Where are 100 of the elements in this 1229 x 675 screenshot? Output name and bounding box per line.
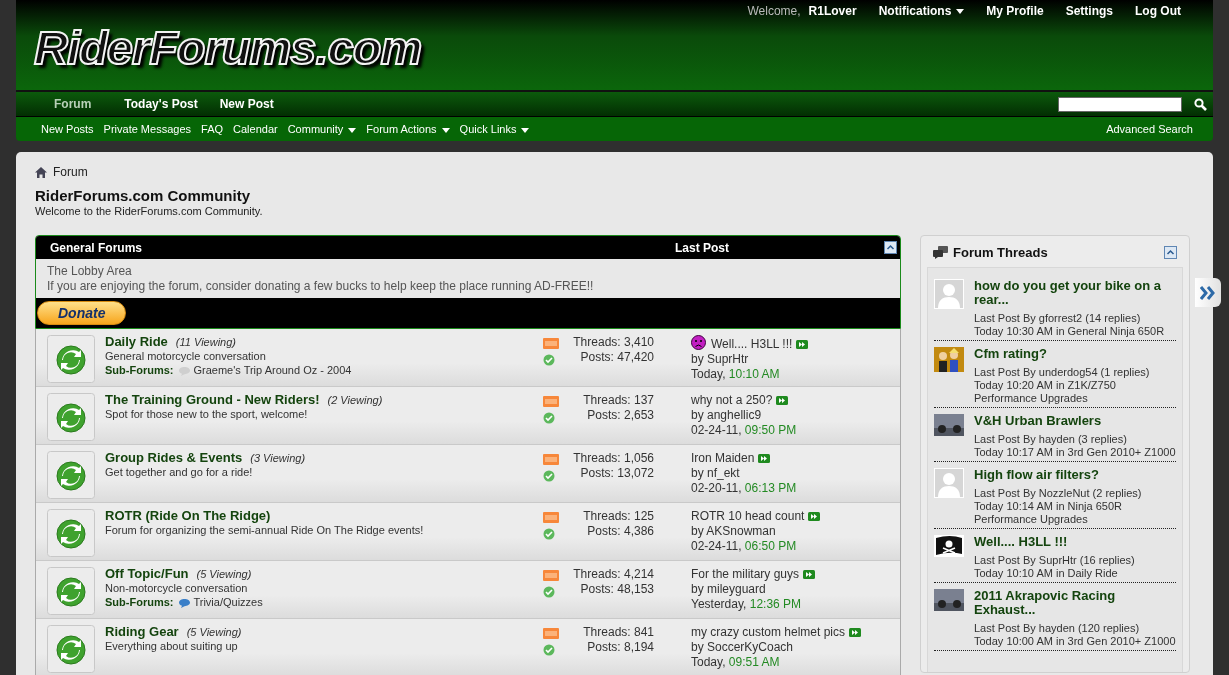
viewing-count: (2 Viewing) [327, 394, 383, 406]
forum-status-icon [47, 567, 95, 615]
forum-status-icon [47, 335, 95, 383]
thread-title-link[interactable]: Well.... H3LL !!! [974, 535, 1135, 549]
forum-description: General motorcycle conversation [105, 349, 267, 363]
subnav-link[interactable]: Private Messages [103, 123, 191, 135]
search-icon[interactable] [1194, 97, 1207, 111]
thread-title-link[interactable]: V&H Urban Brawlers [974, 414, 1176, 428]
post-count: Posts: 13,072 [579, 466, 654, 481]
forum-title-link[interactable]: The Training Ground - New Riders! [105, 392, 320, 407]
last-post-link[interactable]: my crazy custom helmet pics [691, 625, 846, 639]
forum-title-link[interactable]: ROTR (Ride On The Ridge) [105, 508, 271, 523]
page-title: RiderForums.com Community [35, 187, 252, 204]
forum-description: Non-motorcycle conversation [105, 581, 249, 595]
go-to-post-icon[interactable] [808, 512, 821, 522]
forum-title-link[interactable]: Off Topic/Fun [105, 566, 189, 581]
subnav-link[interactable]: Community [287, 123, 357, 135]
post-count: Posts: 47,420 [579, 350, 654, 365]
thread-title-link[interactable]: how do you get your bike on a rear... [974, 279, 1176, 307]
last-post-link[interactable]: Well.... H3LL !!! [711, 337, 793, 351]
last-post-time: 09:51 AM [728, 655, 780, 669]
viewing-count: (5 Viewing) [186, 626, 242, 638]
donate-button[interactable]: Donate [37, 301, 127, 325]
pirate-flag-icon[interactable] [934, 535, 964, 557]
post-count: Posts: 48,153 [579, 582, 654, 597]
thread-meta: Today 10:30 AM in General Ninja 650R [974, 325, 1166, 338]
subnav-link[interactable]: FAQ [201, 123, 224, 135]
last-post-author[interactable]: by nf_ekt [691, 466, 797, 481]
advanced-search-link[interactable]: Advanced Search [1106, 123, 1193, 135]
last-post-link[interactable]: why not a 250? [691, 393, 773, 407]
collapse-icon[interactable] [884, 241, 897, 254]
thread-last-post: Last Post By NozzleNut (2 replies) [974, 487, 1143, 500]
subforums-label: Sub-Forums: [105, 364, 174, 376]
last-post-time: 06:13 PM [744, 481, 797, 495]
subnav-link[interactable]: Calendar [233, 123, 278, 135]
user-menu-link[interactable]: Settings [1065, 4, 1113, 18]
search-field[interactable] [1058, 96, 1182, 112]
go-to-post-icon[interactable] [803, 570, 816, 580]
last-post-time: 12:36 PM [749, 597, 802, 611]
thread-count: Threads: 1,056 [572, 451, 654, 466]
thread-meta: Today 10:20 AM in Z1K/Z750 Performance Upgrades [974, 379, 1117, 405]
forum-title-link[interactable]: Daily Ride [105, 334, 168, 349]
nav-tab[interactable]: New Post [219, 97, 274, 111]
last-post-link[interactable]: For the military guys [691, 567, 800, 581]
thread-title-link[interactable]: Cfm rating? [974, 347, 1176, 361]
go-to-post-icon[interactable] [849, 628, 862, 638]
forum-description: Get together and go for a ride! [105, 465, 254, 479]
thread-last-post: Last Post By SuprHtr (16 replies) [974, 554, 1135, 567]
post-count: Posts: 2,653 [586, 408, 654, 423]
last-post-link[interactable]: ROTR 10 head count [691, 509, 805, 523]
subforum-link[interactable]: Graeme's Trip Around Oz - 2004 [193, 364, 352, 376]
viewing-count: (5 Viewing) [196, 568, 252, 580]
username-link[interactable]: R1Lover [808, 4, 857, 18]
home-icon[interactable] [35, 166, 47, 178]
cartoon-avatar-drawing[interactable] [934, 347, 964, 372]
forum-status-icon [47, 393, 95, 441]
check-circle-icon [543, 586, 555, 598]
last-post-author[interactable]: by mileyguard [691, 582, 816, 597]
thread-count: Threads: 841 [582, 625, 654, 640]
category-description: If you are enjoying the forum, consider donating a few bucks to help keep the place running AD-FREE!! [47, 279, 595, 294]
subforum-link[interactable]: Trivia/Quizzes [193, 596, 263, 608]
subnav-link[interactable]: Forum Actions [366, 123, 450, 135]
check-circle-icon [543, 528, 555, 540]
go-to-post-icon[interactable] [796, 340, 809, 350]
last-post-author[interactable]: by SuprHtr [691, 352, 809, 367]
thread-title-link[interactable]: High flow air filters? [974, 468, 1176, 482]
collapse-icon[interactable] [1164, 246, 1177, 259]
last-post-author[interactable]: by SoccerKyCoach [691, 640, 862, 655]
photo-placeholder[interactable] [934, 589, 964, 611]
nav-tab[interactable]: Today's Post [124, 97, 198, 111]
subnav-link[interactable]: Quick Links [459, 123, 530, 135]
column-heading: Last Post [675, 240, 729, 255]
forum-title-link[interactable]: Riding Gear [105, 624, 179, 639]
last-post-author[interactable]: by AKSnowman [691, 524, 821, 539]
last-post-date: 02-24-11, [691, 539, 742, 553]
check-circle-icon [543, 412, 555, 424]
forum-title-link[interactable]: Group Rides & Events [105, 450, 243, 465]
breadcrumb-link[interactable]: Forum [53, 165, 88, 179]
thread-count: Threads: 4,214 [572, 567, 654, 582]
last-post-link[interactable]: Iron Maiden [691, 451, 755, 465]
last-post-author[interactable]: by anghellic9 [691, 408, 797, 423]
photo-placeholder[interactable] [934, 414, 964, 436]
forum-status-icon [47, 509, 95, 557]
chat-bubbles-icon [933, 246, 948, 259]
last-post-date: 02-20-11, [691, 481, 742, 495]
nav-tab[interactable]: Forum [54, 97, 92, 111]
thread-count: Threads: 125 [582, 509, 654, 524]
user-menu-link[interactable]: Log Out [1135, 4, 1181, 18]
sidebar-toggle[interactable] [1195, 278, 1221, 307]
last-post-date: Yesterday, [691, 597, 747, 611]
go-to-post-icon[interactable] [758, 454, 771, 464]
sidebar-title: Forum Threads [953, 245, 1048, 260]
user-menu-link[interactable]: My Profile [986, 4, 1044, 18]
go-to-post-icon[interactable] [776, 396, 789, 406]
subnav-link[interactable]: New Posts [41, 123, 94, 135]
user-menu-link[interactable]: Notifications [878, 4, 965, 18]
thread-title-link[interactable]: 2011 Akrapovic Racing Exhaust... [974, 589, 1176, 617]
thread-last-post: Last Post By underdog54 (1 replies) [974, 366, 1151, 379]
category-title[interactable]: The Lobby Area [47, 264, 889, 279]
post-count: Posts: 4,386 [586, 524, 654, 539]
